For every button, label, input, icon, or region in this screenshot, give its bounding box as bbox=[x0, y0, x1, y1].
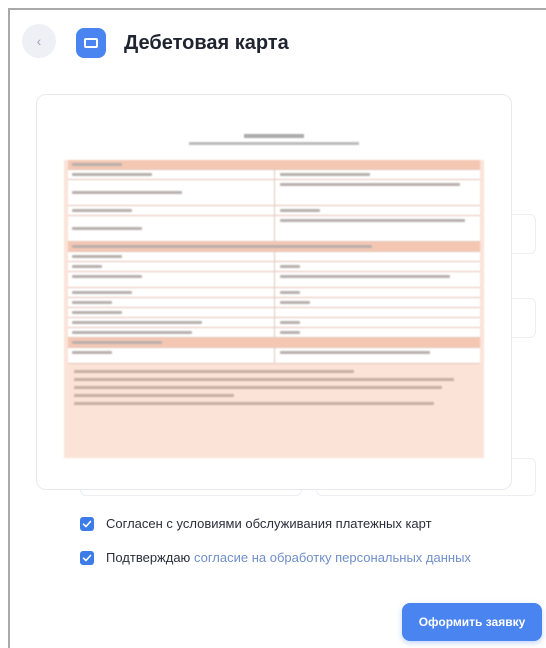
personal-data-consent-link[interactable]: согласие на обработку персональных данны… bbox=[194, 550, 471, 565]
window-frame-top bbox=[8, 8, 546, 10]
back-button[interactable]: ‹ bbox=[22, 24, 56, 58]
document-heading bbox=[64, 134, 484, 145]
submit-application-button[interactable]: Оформить заявку bbox=[402, 603, 542, 641]
credit-card-icon bbox=[76, 28, 106, 58]
personal-data-consent-row[interactable]: Подтверждаю согласие на обработку персон… bbox=[80, 550, 471, 565]
document-table bbox=[64, 160, 484, 458]
chevron-left-icon: ‹ bbox=[36, 33, 42, 49]
personal-data-checkbox[interactable] bbox=[80, 550, 94, 565]
page-title: Дебетовая карта bbox=[124, 32, 289, 54]
terms-consent-label: Согласен с условиями обслуживания платеж… bbox=[106, 516, 432, 531]
terms-checkbox[interactable] bbox=[80, 516, 94, 531]
document-notes bbox=[74, 370, 474, 405]
document-preview bbox=[64, 118, 484, 458]
window-frame-left bbox=[8, 8, 10, 648]
personal-data-consent-prefix: Подтверждаю bbox=[106, 550, 191, 565]
terms-consent-row[interactable]: Согласен с условиями обслуживания платеж… bbox=[80, 516, 432, 531]
